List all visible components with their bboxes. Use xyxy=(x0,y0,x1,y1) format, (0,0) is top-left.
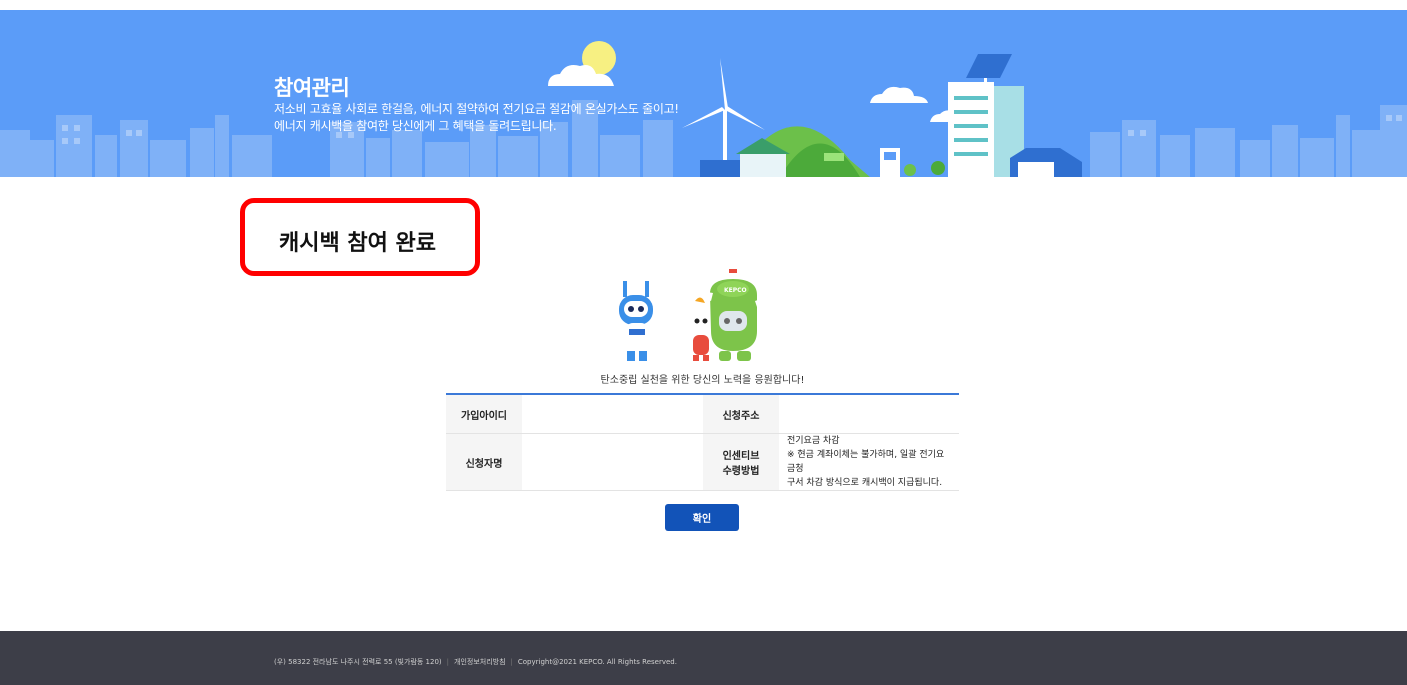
address-label: 신청주소 xyxy=(703,394,779,434)
orange-mascot xyxy=(679,297,715,361)
member-id-value xyxy=(522,394,703,434)
member-id-label: 가입아이디 xyxy=(446,394,522,434)
mascot-illustration: KEPCO xyxy=(615,266,791,361)
table-row: 신청자명 인센티브 수령방법 전기요금 차감 ※ 현금 계좌이체는 불가하며, … xyxy=(446,433,959,491)
banner-title: 참여관리 xyxy=(274,76,350,100)
incentive-note-line-2: ※ 현금 계좌이체는 불가하며, 일괄 전기요금청 xyxy=(787,450,945,474)
city-illustration xyxy=(0,41,1407,177)
footer-copyright: Copyright@2021 KEPCO. All Rights Reserve… xyxy=(517,658,677,666)
banner-desc-line-1: 저소비 고효율 사회로 한걸음, 에너지 절약하여 전기요금 절감에 온실가스도… xyxy=(274,102,679,116)
incentive-method-label-line-1: 인센티브 xyxy=(722,451,760,462)
page-title: 캐시백 참여 완료 xyxy=(279,231,436,256)
incentive-method-label-line-2: 수령방법 xyxy=(722,466,760,477)
incentive-note-line-1: 전기요금 차감 xyxy=(787,436,840,446)
incentive-note-line-3: 구서 차감 방식으로 캐시백이 지급됩니다. xyxy=(787,478,943,488)
privacy-policy-link[interactable]: 개인정보처리방침 xyxy=(454,658,506,666)
hero-banner: 참여관리 저소비 고효율 사회로 한걸음, 에너지 절약하여 전기요금 절감에 … xyxy=(0,10,1407,177)
footer-info: (우) 58322 전라남도 나주시 전력로 55 (빛가람동 120) | 개인정… xyxy=(274,657,677,667)
banner-description: 저소비 고효율 사회로 한걸음, 에너지 절약하여 전기요금 절감에 온실가스도… xyxy=(274,101,734,135)
cheer-message: 탄소중립 실천을 위한 당신의 노력을 응원합니다! xyxy=(600,375,805,386)
applicant-name-label: 신청자명 xyxy=(446,433,522,491)
mascot-logo: KEPCO xyxy=(724,287,747,294)
page-title-highlight: 캐시백 참여 완료 xyxy=(240,198,480,276)
blue-mascot xyxy=(615,281,665,361)
applicant-name-value xyxy=(522,433,703,491)
confirm-button[interactable]: 확인 xyxy=(665,504,739,531)
footer: (우) 58322 전라남도 나주시 전력로 55 (빛가람동 120) | 개인정… xyxy=(0,631,1407,685)
participation-info-table: 가입아이디 신청주소 신청자명 인센티브 수령방법 전기요금 차감 ※ 현금 계… xyxy=(446,393,959,491)
address-value xyxy=(779,394,959,434)
banner-desc-line-2: 에너지 캐시백을 참여한 당신에게 그 혜택을 돌려드립니다. xyxy=(274,119,557,133)
incentive-method-value: 전기요금 차감 ※ 현금 계좌이체는 불가하며, 일괄 전기요금청 구서 차감 … xyxy=(779,433,959,491)
footer-divider: | xyxy=(510,658,513,666)
footer-address: (우) 58322 전라남도 나주시 전력로 55 (빛가람동 120) xyxy=(274,658,442,666)
top-spacer xyxy=(0,0,1407,10)
table-row: 가입아이디 신청주소 xyxy=(446,394,959,434)
footer-divider: | xyxy=(446,658,449,666)
incentive-method-label: 인센티브 수령방법 xyxy=(703,433,779,491)
